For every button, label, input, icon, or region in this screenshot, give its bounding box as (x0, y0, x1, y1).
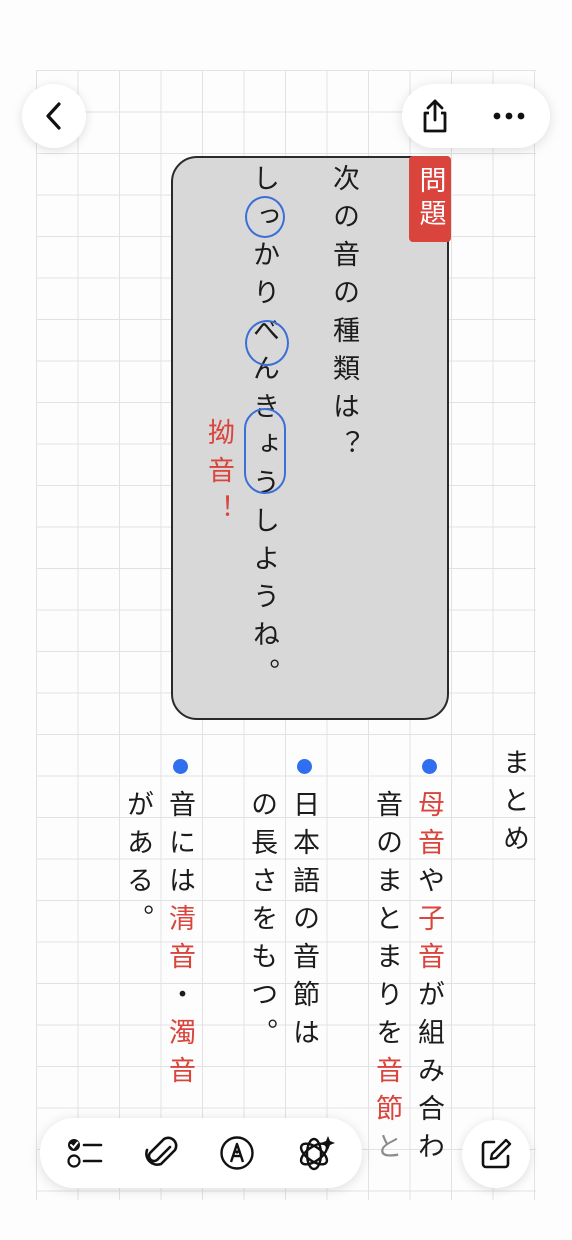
paperclip-icon (144, 1135, 179, 1171)
question-tag: 問題 (409, 156, 451, 242)
summary-line-6: がある。 (122, 790, 153, 942)
ellipsis-icon (492, 111, 526, 121)
compose-icon (479, 1137, 513, 1171)
apple-intelligence-button[interactable] (296, 1134, 336, 1172)
share-icon (419, 98, 451, 134)
bottom-toolbar (40, 1118, 362, 1188)
apple-intelligence-icon (296, 1134, 336, 1172)
back-button[interactable] (22, 84, 86, 148)
circle-mark-kyo (244, 408, 286, 494)
summary-title: まとめ (498, 748, 529, 862)
chevron-left-icon (42, 100, 66, 132)
compose-button[interactable] (462, 1120, 530, 1188)
markup-button[interactable] (219, 1135, 255, 1171)
summary-line-2: 音のまとまりを音節と (371, 790, 402, 1170)
pen-markup-icon (219, 1135, 255, 1171)
bullet-3 (173, 759, 188, 774)
bullet-2 (297, 759, 312, 774)
share-button[interactable] (402, 84, 468, 148)
annotation-youon: 拗音！ (203, 418, 234, 532)
bullet-1 (422, 759, 437, 774)
attach-button[interactable] (144, 1135, 179, 1171)
summary-line-1: 母音や子音が組み合わ (413, 790, 444, 1170)
summary-line-5: 音には清音・濁音 (164, 790, 195, 1094)
more-button[interactable] (468, 84, 550, 148)
circle-mark-be (245, 320, 289, 366)
summary-line-3: 日本語の音節は (288, 790, 319, 1056)
checklist-icon (66, 1136, 104, 1170)
summary-line-4: の長さをもつ。 (246, 790, 277, 1056)
circle-mark-small-tsu (245, 196, 285, 238)
checklist-button[interactable] (66, 1136, 104, 1170)
top-actions-pill (402, 84, 550, 148)
question-text: 次の音の種類は？ (328, 164, 359, 468)
